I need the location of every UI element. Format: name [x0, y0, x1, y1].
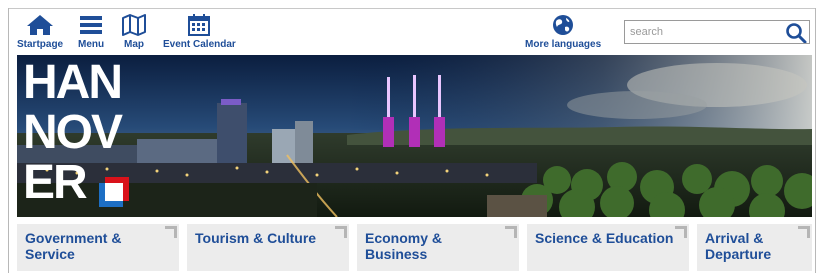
- tile-label: Economy & Business: [365, 230, 443, 262]
- tile-tourism-culture[interactable]: Tourism & Culture: [187, 224, 349, 271]
- globe-icon: [553, 15, 574, 35]
- city-panorama-image: [17, 55, 812, 217]
- logo-line-3: ER: [23, 156, 88, 209]
- menu-label: Menu: [78, 39, 105, 50]
- tile-label: Government & Service: [25, 230, 122, 262]
- tile-label: Arrival & Departure: [705, 230, 772, 262]
- more-languages-label: More languages: [525, 39, 602, 50]
- corner-arrow-icon: [675, 226, 687, 238]
- search-input[interactable]: [625, 21, 790, 43]
- logo-square-mark: [99, 177, 129, 207]
- corner-arrow-icon: [165, 226, 177, 238]
- hannover-logo: HAN NOV ER: [23, 59, 133, 213]
- calendar-icon: [188, 14, 211, 36]
- tile-government-service[interactable]: Government & Service: [17, 224, 179, 271]
- event-calendar-link[interactable]: Event Calendar: [163, 14, 236, 50]
- map-link[interactable]: Map: [121, 14, 147, 50]
- menu-icon: [80, 16, 103, 34]
- home-icon: [27, 15, 54, 35]
- frame-right-border: [815, 8, 816, 273]
- event-calendar-label: Event Calendar: [163, 39, 236, 50]
- corner-arrow-icon: [335, 226, 347, 238]
- frame-top-border: [8, 8, 816, 9]
- tile-economy-business[interactable]: Economy & Business: [357, 224, 519, 271]
- startpage-label: Startpage: [17, 39, 64, 50]
- map-icon: [122, 14, 146, 36]
- tile-label: Science & Education: [535, 230, 674, 246]
- menu-button[interactable]: Menu: [78, 14, 104, 50]
- tile-label: Tourism & Culture: [195, 230, 317, 246]
- logo-line-2: NOV: [23, 106, 123, 159]
- hero-banner: HAN NOV ER: [17, 55, 812, 217]
- tile-science-education[interactable]: Science & Education: [527, 224, 689, 271]
- tile-arrival-departure[interactable]: Arrival & Departure: [697, 224, 812, 271]
- corner-arrow-icon: [505, 226, 517, 238]
- search-box: [624, 20, 810, 44]
- frame-left-border: [8, 8, 9, 273]
- startpage-link[interactable]: Startpage: [17, 14, 63, 50]
- search-icon[interactable]: [785, 22, 807, 43]
- corner-arrow-icon: [798, 226, 810, 238]
- logo-line-1: HAN: [23, 56, 123, 109]
- map-label: Map: [124, 39, 144, 50]
- more-languages-link[interactable]: More languages: [525, 14, 601, 50]
